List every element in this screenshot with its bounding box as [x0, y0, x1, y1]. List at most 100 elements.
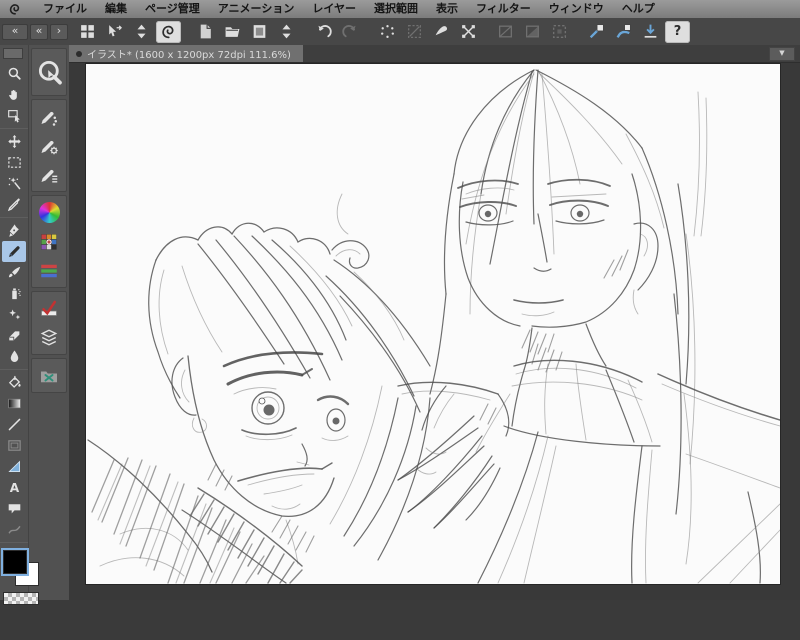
- pen-tool[interactable]: [2, 220, 26, 241]
- navigator-palette[interactable]: [32, 361, 66, 390]
- eraser-tool[interactable]: [2, 325, 26, 346]
- eyedropper-tool[interactable]: [2, 194, 26, 215]
- text-tool[interactable]: A: [2, 477, 26, 498]
- zoom-tool[interactable]: [2, 63, 26, 84]
- operation-tool[interactable]: [2, 105, 26, 126]
- menu-item[interactable]: ファイル: [34, 0, 96, 18]
- chevron-right-icon: ›: [56, 24, 62, 37]
- foreground-color-swatch[interactable]: [1, 548, 29, 576]
- color-swatches: [1, 548, 63, 640]
- selection-border-button[interactable]: [547, 21, 572, 43]
- decoration-tool[interactable]: [2, 304, 26, 325]
- color-wheel-palette[interactable]: [32, 198, 66, 227]
- palette-group: [31, 48, 67, 96]
- toolbar-group: [493, 21, 572, 43]
- auto-select-tool[interactable]: [2, 173, 26, 194]
- palette-groups: [29, 48, 69, 393]
- command-bar: ?: [69, 18, 800, 45]
- fill-tool[interactable]: [2, 372, 26, 393]
- menu-item[interactable]: ヘルプ: [613, 0, 664, 18]
- menu-item[interactable]: ウィンドウ: [540, 0, 613, 18]
- selection-launcher-button[interactable]: [375, 21, 400, 43]
- palette-dock-headers: « « ›: [0, 18, 69, 45]
- new-file-button[interactable]: [193, 21, 218, 43]
- document-tab[interactable]: イラスト* (1600 x 1200px 72dpi 111.6%): [69, 45, 303, 62]
- layer-move-tool[interactable]: [2, 131, 26, 152]
- transform-button[interactable]: [456, 21, 481, 43]
- sub-tool-detail-palette[interactable]: [32, 160, 66, 189]
- menu-bar: ファイル 編集 ページ管理 アニメーション レイヤー 選択範囲 表示 フィルター ウィンドウ ヘル…: [0, 0, 800, 18]
- quick-access-palette[interactable]: [32, 51, 66, 93]
- svg-text:A: A: [9, 481, 19, 495]
- open-file-button[interactable]: [220, 21, 245, 43]
- expand-palette-dock-button[interactable]: ›: [50, 23, 68, 40]
- airbrush-tool[interactable]: [2, 283, 26, 304]
- brush-tool[interactable]: [2, 262, 26, 283]
- transparent-color-swatch[interactable]: [3, 592, 39, 605]
- toolbar-group: [75, 20, 181, 43]
- clear-selection-button[interactable]: [429, 21, 454, 43]
- rotate-canvas-button[interactable]: [493, 21, 518, 43]
- menu-item[interactable]: 選択範囲: [365, 0, 427, 18]
- color-set-palette[interactable]: [32, 227, 66, 256]
- menu-item[interactable]: 表示: [427, 0, 467, 18]
- gradient-tool[interactable]: [2, 393, 26, 414]
- snap-to-special-ruler-button[interactable]: [611, 21, 636, 43]
- tool-switch-spinner[interactable]: [129, 21, 154, 43]
- collapse-tool-palette-button[interactable]: «: [2, 23, 28, 40]
- tab-close-dot-icon[interactable]: [76, 50, 82, 57]
- save-format-spinner[interactable]: [274, 21, 299, 43]
- layer-property-palette[interactable]: [32, 294, 66, 323]
- selection-tool[interactable]: [2, 152, 26, 173]
- document-tab-bar: イラスト* (1600 x 1200px 72dpi 111.6%) ▼: [69, 45, 800, 63]
- pencil-tool[interactable]: [2, 241, 26, 262]
- palette-group: [31, 99, 67, 192]
- toolbar-group: [311, 21, 363, 43]
- figure-tool[interactable]: [2, 414, 26, 435]
- ruler-tool[interactable]: [2, 456, 26, 477]
- tool-palette-tab[interactable]: [3, 48, 23, 59]
- drawing-canvas[interactable]: [86, 64, 780, 584]
- tool-groups: A: [0, 61, 28, 543]
- tool-group: A: [0, 370, 28, 543]
- tool-palette: A: [0, 45, 29, 600]
- balloon-tool[interactable]: [2, 498, 26, 519]
- chevrons-left-icon: «: [35, 24, 43, 37]
- material-palette[interactable]: [32, 323, 66, 352]
- menu-item[interactable]: フィルター: [467, 0, 540, 18]
- undo-button[interactable]: [311, 21, 336, 43]
- tool-switch-button[interactable]: [102, 21, 127, 43]
- clip-studio-swirl-icon: [8, 2, 24, 17]
- menu-item[interactable]: レイヤー: [303, 0, 365, 18]
- toolbar-group: ?: [584, 20, 690, 43]
- palette-group: [31, 195, 67, 288]
- help-button[interactable]: ?: [665, 20, 690, 43]
- menu-item[interactable]: アニメーション: [209, 0, 304, 18]
- toolbar-groups: ?: [75, 20, 702, 43]
- tool-grid-button[interactable]: [75, 21, 100, 43]
- save-file-button[interactable]: [247, 21, 272, 43]
- line-correction-tool[interactable]: [2, 519, 26, 540]
- redo-button[interactable]: [338, 21, 363, 43]
- left-panel: A: [0, 45, 69, 605]
- deselect-button[interactable]: [402, 21, 427, 43]
- sub-tool-palette[interactable]: [32, 102, 66, 131]
- canvas-area: イラスト* (1600 x 1200px 72dpi 111.6%) ▼: [69, 45, 800, 600]
- open-clip-studio-button[interactable]: [156, 20, 181, 43]
- menu-item[interactable]: ページ管理: [136, 0, 209, 18]
- collapse-palette-dock-button[interactable]: «: [30, 23, 48, 40]
- toolbar-group: [193, 21, 299, 43]
- frame-border-tool[interactable]: [2, 435, 26, 456]
- flip-canvas-button[interactable]: [520, 21, 545, 43]
- palette-dock: [29, 45, 69, 396]
- snap-to-grid-button[interactable]: [638, 21, 663, 43]
- document-tab-label: イラスト* (1600 x 1200px 72dpi 111.6%): [87, 50, 291, 61]
- tab-list-dropdown-button[interactable]: ▼: [769, 46, 795, 61]
- blend-tool[interactable]: [2, 346, 26, 367]
- tool-group: [0, 129, 28, 218]
- move-view-tool[interactable]: [2, 84, 26, 105]
- snap-to-ruler-button[interactable]: [584, 21, 609, 43]
- tool-property-palette[interactable]: [32, 131, 66, 160]
- menu-item[interactable]: 編集: [96, 0, 136, 18]
- color-slider-palette[interactable]: [32, 256, 66, 285]
